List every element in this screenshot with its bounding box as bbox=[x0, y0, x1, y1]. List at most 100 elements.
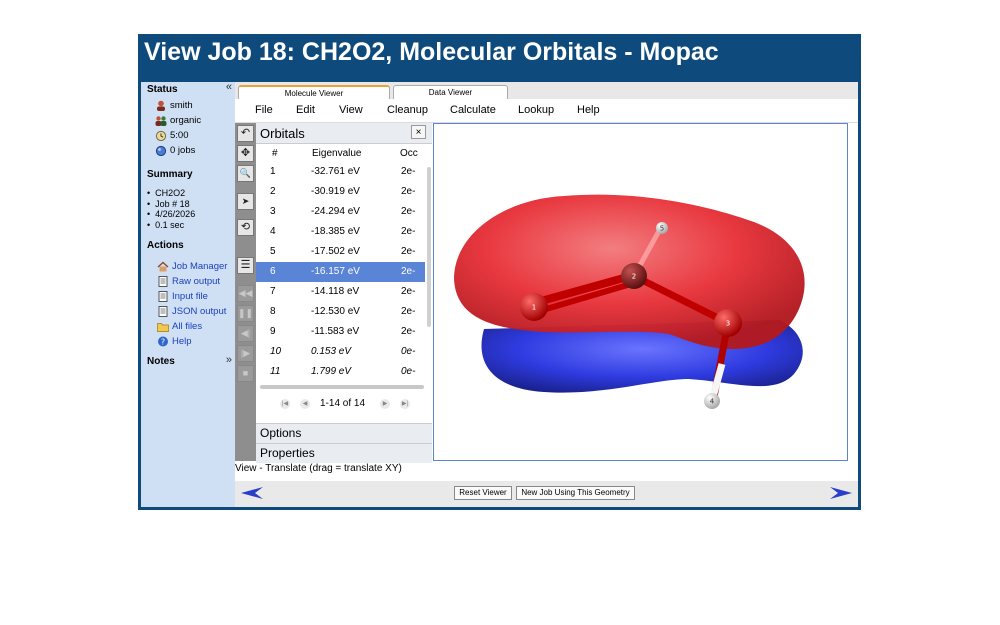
horizontal-scrollbar[interactable] bbox=[260, 385, 424, 389]
cell-occ: 2e- bbox=[401, 186, 416, 197]
menu-view[interactable]: View bbox=[339, 104, 363, 116]
help-icon: ? bbox=[158, 336, 168, 347]
menu-calculate[interactable]: Calculate bbox=[450, 104, 496, 116]
status-line: View - Translate (drag = translate XY) bbox=[235, 463, 402, 474]
cell-e: -11.583 eV bbox=[311, 326, 360, 337]
select-tool-icon[interactable]: ➤ bbox=[237, 193, 254, 210]
options-section[interactable]: Options bbox=[256, 423, 432, 443]
atom-label: 2 bbox=[632, 273, 636, 281]
cell-occ: 2e- bbox=[401, 226, 416, 237]
close-icon[interactable]: × bbox=[411, 125, 426, 139]
app-frame: View Job 18: CH2O2, Molecular Orbitals -… bbox=[138, 34, 861, 510]
step-back-icon[interactable]: ◀| bbox=[237, 325, 254, 342]
status-heading: Status bbox=[147, 84, 178, 95]
cell-e: -14.118 eV bbox=[311, 286, 360, 297]
summary-list: CH2O2 Job # 18 4/26/2026 0.1 sec bbox=[147, 188, 195, 230]
list-tool-icon[interactable]: ☰ bbox=[237, 257, 254, 274]
status-jobs: 0 jobs bbox=[155, 145, 195, 156]
col-number: # bbox=[272, 148, 278, 159]
home-icon bbox=[157, 261, 169, 272]
table-row[interactable]: 4 -18.385 eV 2e- bbox=[256, 222, 425, 242]
forward-arrow-icon[interactable] bbox=[830, 487, 852, 499]
collapse-sidebar-button[interactable]: « bbox=[226, 81, 232, 93]
table-row[interactable]: 2 -30.919 eV 2e- bbox=[256, 182, 425, 202]
table-row[interactable]: 7 -14.118 eV 2e- bbox=[256, 282, 425, 302]
group-icon bbox=[155, 116, 167, 126]
table-row[interactable]: 9 -11.583 eV 2e- bbox=[256, 322, 425, 342]
help-link[interactable]: ? Help bbox=[157, 336, 192, 347]
table-row[interactable]: 8 -12.530 eV 2e- bbox=[256, 302, 425, 322]
svg-text:?: ? bbox=[161, 338, 165, 347]
cell-n: 5 bbox=[270, 246, 276, 257]
table-row[interactable]: 5 -17.502 eV 2e- bbox=[256, 242, 425, 262]
last-page-icon[interactable]: ▶| bbox=[400, 399, 410, 409]
atom-label: 3 bbox=[726, 320, 730, 328]
cell-n: 11 bbox=[270, 366, 281, 377]
menu-bar: File Edit View Cleanup Calculate Lookup … bbox=[235, 100, 858, 123]
user-icon bbox=[157, 100, 165, 111]
summary-heading: Summary bbox=[147, 169, 193, 180]
menu-cleanup[interactable]: Cleanup bbox=[387, 104, 428, 116]
cell-e: 0.153 eV bbox=[311, 346, 352, 357]
clock-icon bbox=[155, 130, 167, 141]
cell-occ: 2e- bbox=[401, 326, 416, 337]
pause-icon[interactable]: ❚❚ bbox=[237, 305, 254, 322]
cell-e: -17.502 eV bbox=[311, 246, 360, 257]
jobs-icon bbox=[155, 145, 167, 156]
stop-icon[interactable]: ■ bbox=[237, 365, 254, 382]
input-file-link[interactable]: Input file bbox=[157, 291, 208, 302]
pager-text: 1-14 of 14 bbox=[320, 398, 366, 409]
tab-data-viewer[interactable]: Data Viewer bbox=[393, 85, 508, 99]
cell-n: 10 bbox=[270, 346, 282, 357]
menu-edit[interactable]: Edit bbox=[296, 104, 315, 116]
menu-file[interactable]: File bbox=[255, 104, 273, 116]
molecule-viewer[interactable]: 1 2 3 4 5 bbox=[433, 123, 848, 461]
job-manager-link[interactable]: Job Manager bbox=[157, 261, 227, 272]
next-page-icon[interactable]: ▶ bbox=[380, 399, 390, 409]
rewind-icon[interactable]: ◀◀ bbox=[237, 285, 254, 302]
cell-occ: 0e- bbox=[401, 346, 416, 357]
menu-lookup[interactable]: Lookup bbox=[518, 104, 554, 116]
molecule-canvas[interactable]: 1 2 3 4 5 bbox=[434, 124, 848, 461]
cell-n: 7 bbox=[270, 286, 276, 297]
sidebar: « Status smith organic 5:00 0 jobs Summa… bbox=[141, 81, 235, 507]
properties-section[interactable]: Properties bbox=[256, 443, 432, 463]
table-row[interactable]: 6 -16.157 eV 2e- bbox=[256, 262, 425, 282]
cell-occ: 2e- bbox=[401, 206, 416, 217]
cell-occ: 0e- bbox=[401, 366, 416, 377]
table-row[interactable]: 11 1.799 eV 0e- bbox=[256, 362, 425, 382]
reset-viewer-button[interactable]: Reset Viewer bbox=[454, 486, 512, 500]
zoom-tool-icon[interactable]: 🔍 bbox=[237, 165, 254, 182]
cell-e: 1.799 eV bbox=[311, 366, 352, 377]
table-row[interactable]: 3 -24.294 eV 2e- bbox=[256, 202, 425, 222]
status-user: smith bbox=[155, 100, 193, 111]
table-row[interactable]: 10 0.153 eV 0e- bbox=[256, 342, 425, 362]
tab-molecule-viewer[interactable]: Molecule Viewer bbox=[238, 85, 390, 99]
actions-heading: Actions bbox=[147, 240, 184, 251]
document-icon bbox=[158, 291, 168, 302]
spin-tool-icon[interactable]: ⟲ bbox=[237, 219, 254, 236]
cell-n: 9 bbox=[270, 326, 276, 337]
cell-n: 2 bbox=[270, 186, 276, 197]
expand-notes-button[interactable]: » bbox=[226, 354, 232, 366]
bottom-bar: Reset Viewer New Job Using This Geometry bbox=[235, 481, 858, 507]
new-job-button[interactable]: New Job Using This Geometry bbox=[516, 486, 635, 500]
translate-tool-icon[interactable]: ✥ bbox=[237, 145, 254, 162]
atom-label: 4 bbox=[710, 398, 715, 406]
atom-label: 1 bbox=[532, 304, 536, 312]
raw-output-link[interactable]: Raw output bbox=[157, 276, 220, 287]
cell-e: -30.919 eV bbox=[311, 186, 360, 197]
all-files-link[interactable]: All files bbox=[157, 321, 202, 332]
cell-n: 3 bbox=[270, 206, 276, 217]
prev-page-icon[interactable]: ◀ bbox=[300, 399, 310, 409]
rotate-tool-icon[interactable]: ↶ bbox=[237, 125, 254, 142]
back-arrow-icon[interactable] bbox=[241, 487, 263, 499]
json-output-link[interactable]: JSON output bbox=[157, 306, 226, 317]
table-row[interactable]: 1 -32.761 eV 2e- bbox=[256, 162, 425, 182]
step-forward-icon[interactable]: |▶ bbox=[237, 345, 254, 362]
first-page-icon[interactable]: |◀ bbox=[280, 399, 290, 409]
document-icon bbox=[158, 306, 168, 317]
menu-help[interactable]: Help bbox=[577, 104, 600, 116]
tab-bar: Molecule Viewer Data Viewer bbox=[235, 82, 858, 99]
vertical-scrollbar[interactable] bbox=[427, 167, 431, 327]
